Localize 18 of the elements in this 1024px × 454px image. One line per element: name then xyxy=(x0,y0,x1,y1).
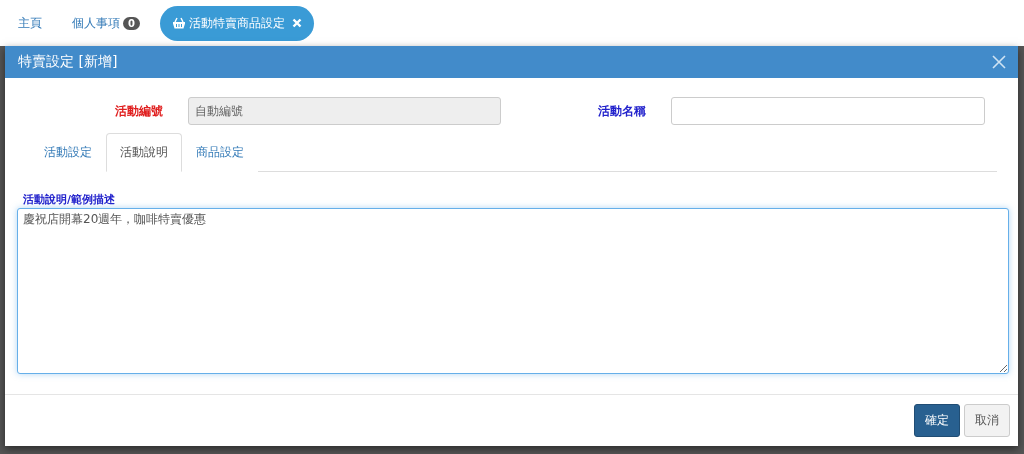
field-label: 活動說明/範例描述 xyxy=(23,192,116,208)
text-field[interactable] xyxy=(671,97,985,126)
confirm-button[interactable]: 確定 xyxy=(914,404,960,438)
nav-tab-label: 活動特賣商品設定 xyxy=(188,14,285,32)
nav-tab-label: 個人事項 xyxy=(72,14,120,32)
field-label: 活動編號 xyxy=(114,102,163,120)
description-field[interactable]: 慶祝店開幕20週年，咖啡特賣優惠 xyxy=(17,208,1009,375)
nav-tab[interactable]: 主頁 xyxy=(8,6,52,40)
close-button[interactable] xyxy=(992,55,1006,70)
field-label: 活動名稱 xyxy=(597,102,646,120)
dialog-title: 特賣設定 [新增] xyxy=(18,53,118,72)
tab[interactable]: 活動說明 xyxy=(106,133,182,173)
nav-tab-label: 主頁 xyxy=(18,14,42,32)
cancel-button[interactable]: 取消 xyxy=(964,404,1010,438)
basket-icon xyxy=(171,17,186,29)
count-badge: 0 xyxy=(123,16,140,30)
nav-tab[interactable]: 個人事項 0 xyxy=(62,6,150,40)
close-icon[interactable] xyxy=(291,18,302,28)
